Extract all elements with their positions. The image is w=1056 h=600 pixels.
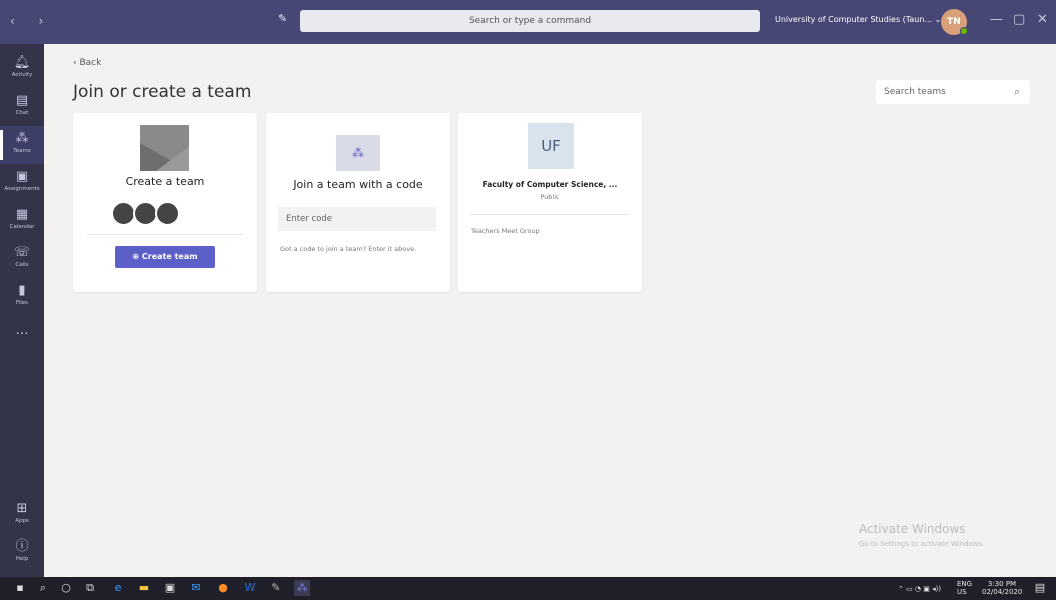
rail-help[interactable]: ⓘ Help	[0, 534, 44, 572]
teams-taskbar-icon[interactable]: ⁂	[294, 580, 310, 596]
team-initials: UF	[528, 123, 574, 169]
team-description: Teachers Meet Group	[471, 227, 540, 235]
help-icon: ⓘ	[15, 539, 29, 554]
rail-chat[interactable]: ▤ Chat	[0, 88, 44, 126]
org-switcher[interactable]: University of Computer Studies (Taun... …	[775, 15, 941, 24]
language-indicator[interactable]: ENG US	[957, 580, 972, 596]
rail-activity[interactable]: 🔔︎ Activity	[0, 50, 44, 88]
app-rail: 🔔︎ Activity ▤ Chat ⁂ Teams ▣ Assignments ▦ Ca…	[0, 44, 44, 577]
windows-start-icon[interactable]: ▪	[12, 580, 28, 596]
avatar-initials: TN	[947, 17, 961, 27]
history-nav[interactable]: ‹ ›	[10, 14, 53, 28]
teams-icon: ⁂	[336, 135, 380, 171]
divider	[87, 234, 243, 235]
rail-calendar[interactable]: ▦ Calendar	[0, 202, 44, 240]
assignments-icon: ▣	[15, 169, 29, 184]
edge-icon[interactable]: e	[110, 580, 126, 596]
search-icon[interactable]: ⌕	[35, 580, 51, 596]
phone-icon: ☏	[13, 245, 31, 260]
back-link[interactable]: ‹ Back	[73, 58, 101, 68]
bell-icon: 🔔︎	[13, 55, 31, 70]
apps-icon: ⊞	[16, 501, 28, 516]
member-avatars	[111, 201, 221, 227]
search-teams-input[interactable]: Search teams ⌕	[876, 80, 1030, 104]
presence-dot	[960, 27, 968, 35]
paint-icon[interactable]: ✎	[268, 580, 284, 596]
image-placeholder-icon	[140, 125, 189, 171]
activation-watermark: Activate Windows Go to Settings to activ…	[859, 522, 985, 548]
task-view-icon[interactable]: ⧉	[82, 580, 98, 596]
files-icon: ▮	[18, 283, 26, 298]
command-search-input[interactable]: Search or type a command	[300, 10, 760, 32]
rail-teams[interactable]: ⁂ Teams	[0, 126, 44, 164]
teams-icon: ⁂	[15, 131, 29, 146]
title-bar: ‹ › ✎ Search or type a command Universit…	[0, 0, 1056, 44]
chat-icon: ▤	[15, 93, 29, 108]
rail-calls[interactable]: ☏ Calls	[0, 240, 44, 278]
search-icon: ⌕	[1013, 85, 1020, 98]
maximize-icon[interactable]: ▢	[1013, 12, 1025, 27]
word-icon[interactable]: W	[242, 580, 258, 596]
cortana-icon[interactable]: ○	[58, 580, 74, 596]
file-explorer-icon[interactable]: ▬	[136, 580, 152, 596]
team-code-input[interactable]: Enter code	[278, 207, 436, 231]
add-team-icon: ⊕	[132, 252, 142, 261]
avatar[interactable]: TN	[941, 9, 968, 35]
store-icon[interactable]: ▣	[162, 580, 178, 596]
team-card[interactable]: UF Faculty of Computer Science, ... Publ…	[458, 113, 642, 292]
taskbar: ▪ ⌕ ○ ⧉ e ▬ ▣ ✉ ● W ✎ ⁂ ⌃ ▭ ◔ ▣ ◂)) ENG U…	[0, 577, 1056, 600]
clock[interactable]: 3:30 PM 02/04/2020	[982, 580, 1022, 596]
create-team-card[interactable]: Create a team ⊕ Create team	[73, 113, 257, 292]
more-icon: …	[15, 323, 29, 338]
join-team-card: ⁂ Join a team with a code Enter code Got…	[266, 113, 450, 292]
team-name: Faculty of Computer Science, ...	[482, 180, 618, 189]
create-team-title: Create a team	[125, 175, 205, 188]
create-team-button[interactable]: ⊕ Create team	[115, 246, 215, 268]
join-help-text: Got a code to join a team? Enter it abov…	[280, 245, 417, 253]
rail-assignments[interactable]: ▣ Assignments	[0, 164, 44, 202]
new-chat-icon[interactable]: ✎	[278, 12, 294, 28]
system-tray-icons[interactable]: ⌃ ▭ ◔ ▣ ◂))	[898, 585, 941, 593]
divider	[470, 214, 630, 215]
rail-files[interactable]: ▮ Files	[0, 278, 44, 316]
rail-more[interactable]: …	[0, 318, 44, 356]
mail-icon[interactable]: ✉	[188, 580, 204, 596]
close-icon[interactable]: ✕	[1037, 12, 1048, 27]
page-title: Join or create a team	[73, 82, 252, 102]
rail-apps[interactable]: ⊞ Apps	[0, 496, 44, 534]
notifications-icon[interactable]: ▤	[1032, 580, 1048, 596]
calendar-icon: ▦	[15, 207, 29, 222]
minimize-icon[interactable]: —	[990, 12, 1003, 27]
team-visibility: Public	[540, 193, 560, 201]
firefox-icon[interactable]: ●	[215, 580, 231, 596]
join-team-title: Join a team with a code	[293, 178, 423, 191]
